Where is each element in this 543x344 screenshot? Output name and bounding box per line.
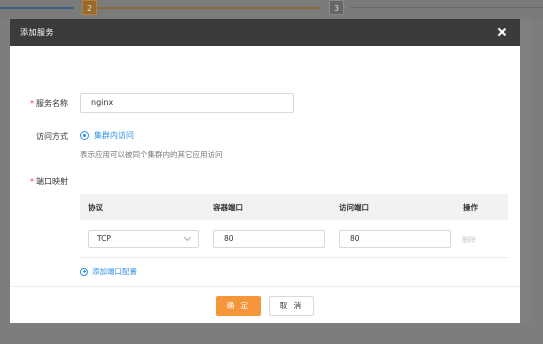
service-name-input[interactable]: nginx bbox=[80, 93, 294, 113]
table-header: 协议 容器端口 访问端口 操作 bbox=[80, 194, 508, 220]
column-header-protocol: 协议 bbox=[88, 203, 103, 212]
add-service-modal: 添加服务 * 服务名称 nginx 访问方式 集群内访问 表示应用可以被同个集群内… bbox=[10, 19, 520, 323]
protocol-select[interactable]: TCP bbox=[88, 230, 199, 248]
step-line-current bbox=[97, 7, 322, 9]
port-mapping-table: 协议 容器端口 访问端口 操作 TCP 80 80 删除 bbox=[80, 194, 508, 258]
access-mode-label: 访问方式 bbox=[36, 132, 68, 141]
plus-circle-icon bbox=[80, 267, 88, 276]
radio-checked-icon bbox=[80, 131, 89, 140]
access-port-input[interactable]: 80 bbox=[339, 230, 451, 248]
modal-header: 添加服务 bbox=[10, 19, 520, 46]
column-header-container-port: 容器端口 bbox=[213, 203, 243, 212]
background-steps-bar: 2 3 bbox=[0, 0, 543, 19]
step-2-indicator: 2 bbox=[82, 0, 97, 15]
required-mark: * bbox=[30, 177, 34, 186]
access-mode-radio-cluster[interactable]: 集群内访问 bbox=[80, 130, 134, 141]
modal-title: 添加服务 bbox=[20, 28, 54, 37]
delete-port-link[interactable]: 删除 bbox=[462, 235, 476, 245]
close-icon[interactable] bbox=[496, 27, 508, 39]
container-port-input[interactable]: 80 bbox=[213, 230, 325, 248]
required-mark: * bbox=[30, 99, 34, 108]
port-mapping-label: * 端口映射 bbox=[30, 177, 68, 186]
cancel-button[interactable]: 取 消 bbox=[269, 296, 314, 316]
confirm-button[interactable]: 确 定 bbox=[216, 296, 261, 316]
background-bottom bbox=[0, 323, 543, 344]
add-port-config-link[interactable]: 添加端口配置 bbox=[80, 266, 137, 277]
modal-footer: 确 定 取 消 bbox=[10, 286, 520, 323]
modal-body: * 服务名称 nginx 访问方式 集群内访问 表示应用可以被同个集群内的其它应用… bbox=[10, 46, 520, 286]
step-line-completed bbox=[0, 7, 74, 9]
step-line-pending bbox=[350, 7, 543, 8]
table-row: TCP 80 80 删除 bbox=[80, 220, 508, 258]
chevron-down-icon bbox=[183, 233, 192, 242]
service-name-label: * 服务名称 bbox=[30, 99, 68, 108]
access-mode-option-label: 集群内访问 bbox=[94, 131, 134, 140]
step-3-indicator: 3 bbox=[329, 0, 344, 15]
column-header-access-port: 访问端口 bbox=[339, 203, 369, 212]
background-right bbox=[531, 19, 543, 344]
column-header-action: 操作 bbox=[463, 203, 478, 212]
access-mode-description: 表示应用可以被同个集群内的其它应用访问 bbox=[80, 150, 223, 159]
